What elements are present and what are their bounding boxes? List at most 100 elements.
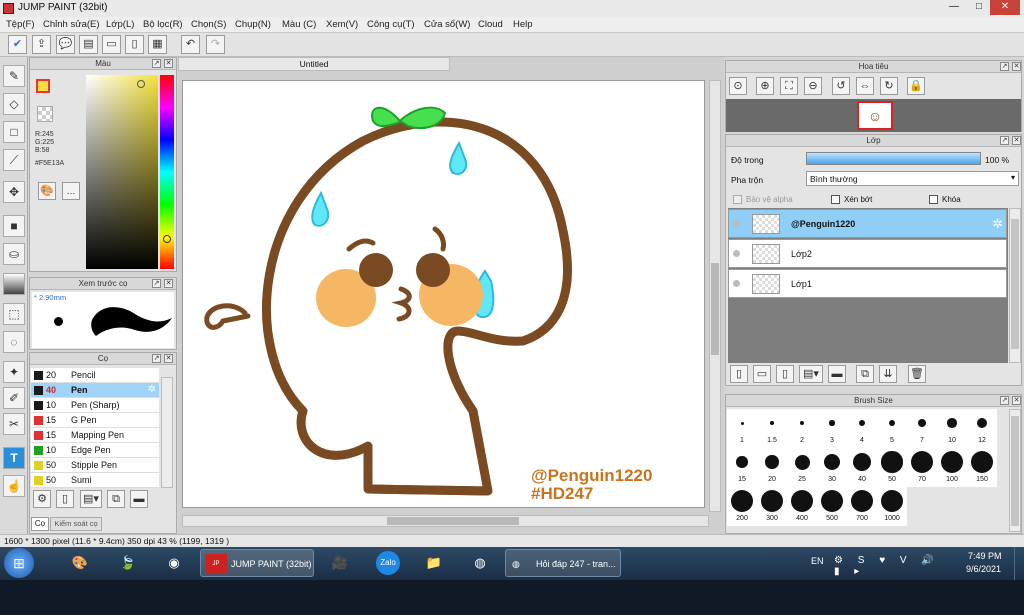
eyedropper-icon[interactable]: … bbox=[62, 182, 80, 200]
close-icon[interactable]: ✕ bbox=[164, 59, 173, 68]
brush-item[interactable]: 20 Pencil bbox=[31, 368, 159, 383]
menu-color[interactable]: Màu (C) bbox=[282, 19, 316, 30]
layers-scrollbar[interactable] bbox=[1009, 208, 1021, 363]
picker-cursor[interactable] bbox=[137, 80, 145, 88]
brush-size-option[interactable]: 50 bbox=[877, 448, 907, 487]
new-layer-icon[interactable]: ▯ bbox=[730, 365, 748, 383]
drawing-canvas[interactable]: @Penguin1220 #HD247 bbox=[182, 80, 705, 508]
menu-window[interactable]: Cửa sổ(W) bbox=[424, 19, 470, 30]
undock-icon[interactable]: ↗ bbox=[152, 354, 161, 363]
brush-size-option[interactable]: 100 bbox=[937, 448, 967, 487]
close-icon[interactable]: ✕ bbox=[1012, 396, 1021, 405]
brush-size-option[interactable]: 300 bbox=[757, 487, 787, 526]
undock-icon[interactable]: ↗ bbox=[1000, 62, 1009, 71]
brush-size-option[interactable]: 5 bbox=[877, 409, 907, 448]
gear-icon[interactable]: ✲ bbox=[148, 384, 156, 395]
menu-layer[interactable]: Lớp(L) bbox=[106, 19, 134, 30]
navigator-thumbnail[interactable]: ☺ bbox=[857, 101, 893, 130]
select-pen-tool-icon[interactable]: ✐ bbox=[3, 387, 25, 409]
zoom-out-icon[interactable]: ⊖ bbox=[804, 77, 822, 95]
rotate-right-icon[interactable]: ↻ bbox=[880, 77, 898, 95]
canvas-vertical-scrollbar[interactable] bbox=[709, 80, 721, 512]
line-tool-icon[interactable]: ⟋ bbox=[3, 149, 25, 171]
close-button[interactable]: ✕ bbox=[990, 0, 1020, 15]
close-icon[interactable]: ✕ bbox=[1012, 62, 1021, 71]
new-brush-icon[interactable]: ▯ bbox=[56, 490, 74, 508]
message-icon[interactable]: ▤ bbox=[79, 35, 98, 54]
jump-paint-task[interactable]: JP JUMP PAINT (32bit) bbox=[200, 549, 314, 577]
close-icon[interactable]: ✕ bbox=[1012, 136, 1021, 145]
menu-file[interactable]: Tệp(F) bbox=[6, 19, 35, 30]
clock-time[interactable]: 7:49 PM bbox=[968, 551, 1002, 561]
hue-slider[interactable] bbox=[160, 75, 174, 269]
show-desktop-button[interactable] bbox=[1014, 547, 1024, 580]
hand-tool-icon[interactable]: ☝ bbox=[3, 475, 25, 497]
menu-tools[interactable]: Công cụ(T) bbox=[367, 19, 415, 30]
close-icon[interactable]: ✕ bbox=[164, 279, 173, 288]
clock-date[interactable]: 9/6/2021 bbox=[966, 564, 1001, 574]
brush-size-option[interactable]: 12 bbox=[967, 409, 997, 448]
brush-menu-icon[interactable]: ▤▾ bbox=[80, 490, 102, 508]
brush-item[interactable]: 15 Mapping Pen bbox=[31, 428, 159, 443]
brush-size-option[interactable]: 400 bbox=[787, 487, 817, 526]
merge-layer-icon[interactable]: ⇊ bbox=[879, 365, 897, 383]
brush-size-option[interactable]: 1 bbox=[727, 409, 757, 448]
brush-size-scrollbar[interactable] bbox=[1009, 409, 1021, 532]
brush-size-option[interactable]: 1000 bbox=[877, 487, 907, 526]
brush-settings-icon[interactable]: ⚙ bbox=[33, 490, 51, 508]
menu-capture[interactable]: Chụp(N) bbox=[235, 19, 271, 30]
fit-screen-icon[interactable]: ⛶ bbox=[780, 77, 798, 95]
chrome-app-icon[interactable]: ◍ bbox=[458, 549, 502, 577]
menu-filter[interactable]: Bộ lọc(R) bbox=[143, 19, 183, 30]
brush-size-option[interactable]: 15 bbox=[727, 448, 757, 487]
brush-item[interactable]: 15 G Pen bbox=[31, 413, 159, 428]
brush-size-option[interactable]: 3 bbox=[817, 409, 847, 448]
menu-edit[interactable]: Chỉnh sửa(E) bbox=[43, 19, 100, 30]
leaf-app-icon[interactable]: 🍃 bbox=[106, 549, 150, 577]
brush-size-option[interactable]: 4 bbox=[847, 409, 877, 448]
rectangle-tool-icon[interactable]: □ bbox=[3, 121, 25, 143]
export-icon[interactable]: ⇪ bbox=[32, 35, 51, 54]
brush-item[interactable]: 50 Sumi bbox=[31, 473, 159, 488]
blend-select[interactable]: Bình thường ▾ bbox=[806, 171, 1019, 186]
horizontal-scroll-thumb[interactable] bbox=[387, 517, 519, 525]
redo-icon[interactable]: ↷ bbox=[206, 35, 225, 54]
paint-app-icon[interactable]: 🎨 bbox=[58, 549, 102, 577]
undock-icon[interactable]: ↗ bbox=[152, 59, 161, 68]
picasa-app-icon[interactable]: ◉ bbox=[152, 549, 196, 577]
brush-size-option[interactable]: 40 bbox=[847, 448, 877, 487]
duplicate-layer-icon[interactable]: ⧉ bbox=[856, 365, 874, 383]
gear-icon[interactable]: ✲ bbox=[992, 216, 1003, 232]
layer-row[interactable]: Lớp2 bbox=[728, 239, 1007, 268]
language-indicator[interactable]: EN bbox=[811, 556, 824, 566]
close-icon[interactable]: ✕ bbox=[164, 354, 173, 363]
bucket-tool-icon[interactable]: ⛀ bbox=[3, 243, 25, 265]
folder-icon[interactable]: ▬ bbox=[130, 490, 148, 508]
flip-icon[interactable]: ⇔ bbox=[856, 77, 874, 95]
comment-icon[interactable]: 💬 bbox=[56, 35, 75, 54]
maximize-button[interactable]: □ bbox=[965, 0, 993, 15]
layer-row[interactable]: Lớp1 bbox=[728, 269, 1007, 298]
text-tool-icon[interactable]: T bbox=[3, 447, 25, 469]
delete-layer-icon[interactable]: 🗑 bbox=[908, 365, 926, 383]
gradient-tool-icon[interactable] bbox=[3, 273, 25, 295]
copy-brush-icon[interactable]: ⧉ bbox=[107, 490, 125, 508]
brush-item[interactable]: 10 Pen (Sharp) bbox=[31, 398, 159, 413]
eraser-tool-icon[interactable]: ◇ bbox=[3, 93, 25, 115]
chrome-task[interactable]: ◍ Hỏi đáp 247 - tran... bbox=[505, 549, 621, 577]
grid-icon[interactable]: ▦ bbox=[148, 35, 167, 54]
document-icon[interactable]: ▭ bbox=[102, 35, 121, 54]
layer-row[interactable]: @Penguin1220 ✲ bbox=[728, 209, 1007, 238]
brush-size-option[interactable]: 7 bbox=[907, 409, 937, 448]
tab-brush[interactable]: Cọ bbox=[31, 517, 49, 531]
zoom-in-icon[interactable]: ⊕ bbox=[756, 77, 774, 95]
undock-icon[interactable]: ↗ bbox=[152, 279, 161, 288]
brush-size-option[interactable]: 2 bbox=[787, 409, 817, 448]
undock-icon[interactable]: ↗ bbox=[1000, 396, 1009, 405]
transparent-swatch[interactable] bbox=[37, 106, 53, 122]
minimize-button[interactable]: — bbox=[940, 0, 968, 15]
lock-checkbox[interactable] bbox=[929, 195, 938, 204]
zoom-app-icon[interactable]: 🎥 bbox=[318, 549, 362, 577]
brush-size-option[interactable]: 25 bbox=[787, 448, 817, 487]
new-raster-icon[interactable]: ▯ bbox=[776, 365, 794, 383]
